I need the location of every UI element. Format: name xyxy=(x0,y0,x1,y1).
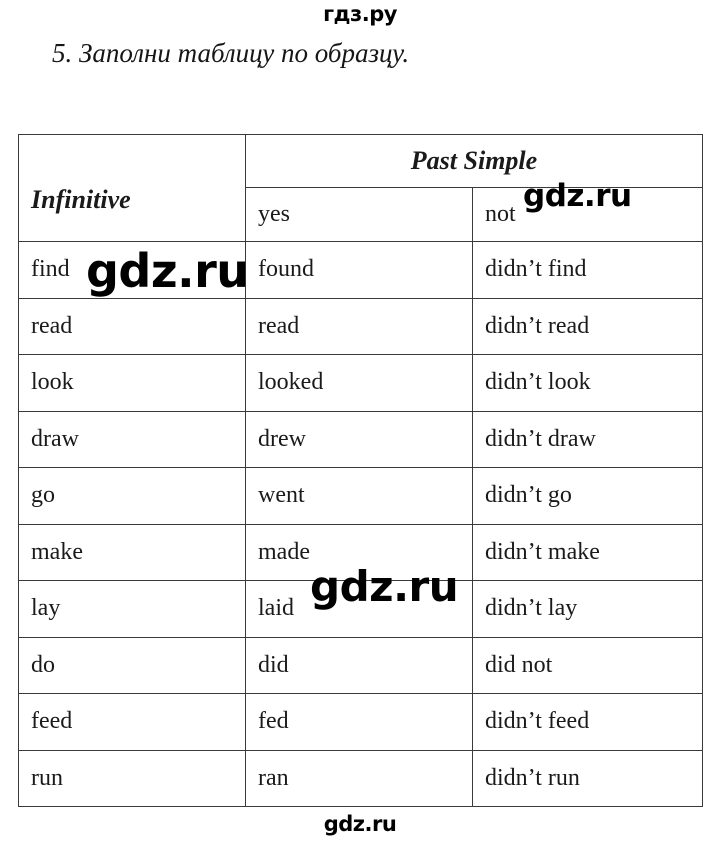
cell-past-not: didn’t make xyxy=(472,523,703,581)
cell-past-yes: looked xyxy=(245,354,473,412)
cell-infinitive: do xyxy=(18,636,246,694)
table-row: run ran didn’t run xyxy=(18,749,703,807)
table-row: lay laid didn’t lay xyxy=(18,580,703,638)
cell-infinitive: go xyxy=(18,467,246,525)
cell-past-yes: went xyxy=(245,467,473,525)
cell-past-yes: read xyxy=(245,297,473,355)
watermark-bottom: gdz.ru xyxy=(323,812,397,836)
cell-past-not: didn’t run xyxy=(472,749,703,807)
table-row: go went didn’t go xyxy=(18,467,703,525)
table-header-row-top: Infinitive Past Simple xyxy=(18,134,703,242)
cell-past-not: did not xyxy=(472,636,703,694)
table-row: draw drew didn’t draw xyxy=(18,410,703,468)
cell-past-not: didn’t look xyxy=(472,354,703,412)
cell-past-yes: laid xyxy=(245,580,473,638)
cell-infinitive: draw xyxy=(18,410,246,468)
column-subheader-yes: yes xyxy=(245,187,473,242)
cell-past-yes: fed xyxy=(245,693,473,751)
table-row: feed fed didn’t feed xyxy=(18,693,703,751)
verb-forms-table: Infinitive Past Simple yes not find foun… xyxy=(18,134,703,807)
column-header-past-simple: Past Simple xyxy=(245,134,703,188)
cell-past-yes: found xyxy=(245,241,473,299)
table-row: do did did not xyxy=(18,636,703,694)
cell-infinitive: find xyxy=(18,241,246,299)
watermark-top: гдз.ру xyxy=(323,2,397,26)
table-row: find found didn’t find xyxy=(18,241,703,299)
cell-infinitive: read xyxy=(18,297,246,355)
cell-past-not: didn’t find xyxy=(472,241,703,299)
column-header-infinitive: Infinitive xyxy=(18,134,246,242)
table-row: make made didn’t make xyxy=(18,523,703,581)
table-row: read read didn’t read xyxy=(18,297,703,355)
cell-past-yes: drew xyxy=(245,410,473,468)
page-title: 5. Заполни таблицу по образцу. xyxy=(52,38,410,68)
cell-past-not: didn’t lay xyxy=(472,580,703,638)
cell-past-yes: ran xyxy=(245,749,473,807)
cell-past-yes: made xyxy=(245,523,473,581)
cell-infinitive: make xyxy=(18,523,246,581)
cell-past-not: didn’t read xyxy=(472,297,703,355)
column-subheader-not: not xyxy=(472,187,703,242)
cell-past-yes: did xyxy=(245,636,473,694)
cell-infinitive: look xyxy=(18,354,246,412)
table-row: look looked didn’t look xyxy=(18,354,703,412)
cell-infinitive: feed xyxy=(18,693,246,751)
cell-infinitive: run xyxy=(18,749,246,807)
cell-infinitive: lay xyxy=(18,580,246,638)
cell-past-not: didn’t feed xyxy=(472,693,703,751)
cell-past-not: didn’t go xyxy=(472,467,703,525)
cell-past-not: didn’t draw xyxy=(472,410,703,468)
